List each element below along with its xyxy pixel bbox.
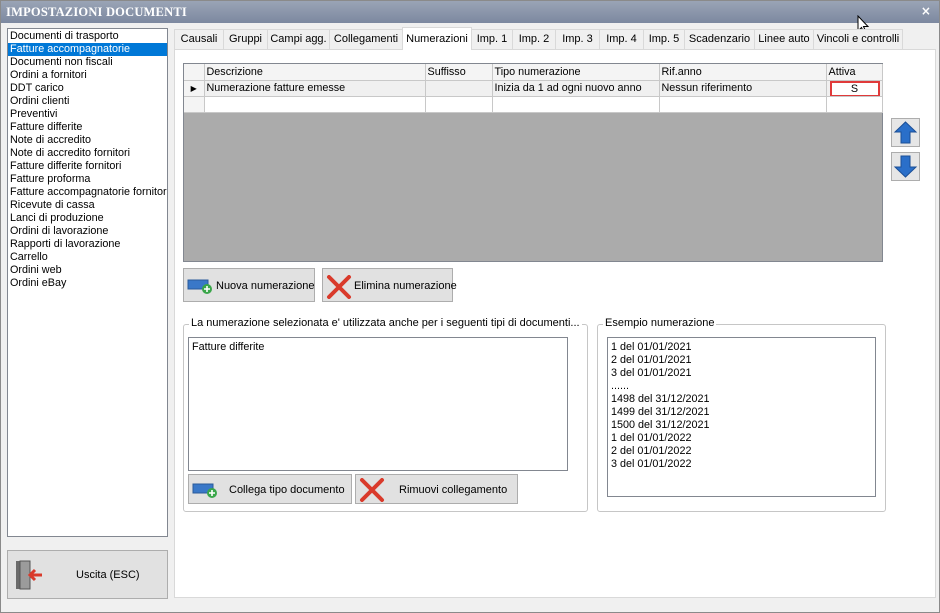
list-item[interactable]: Note di accredito — [8, 134, 167, 147]
tab-collegamenti[interactable]: Collegamenti — [329, 29, 403, 49]
linked-documents-list[interactable]: Fatture differite — [188, 337, 568, 471]
document-type-list[interactable]: Documenti di trasporto Fatture accompagna… — [7, 28, 168, 537]
tab-imp-4[interactable]: Imp. 4 — [599, 29, 644, 49]
list-item[interactable]: Ordini eBay — [8, 277, 167, 290]
link-document-type-button[interactable]: Collega tipo documento — [188, 474, 352, 504]
tab-imp-3[interactable]: Imp. 3 — [555, 29, 600, 49]
tab-scadenzario[interactable]: Scadenzario — [684, 29, 755, 49]
add-card-icon — [192, 483, 217, 498]
cell-tipo[interactable]: Inizia da 1 ad ogni nuovo anno — [492, 80, 660, 97]
tab-campi-agg[interactable]: Campi agg. — [267, 29, 330, 49]
exit-door-icon — [16, 560, 42, 590]
col-header-attiva[interactable]: Attiva — [826, 64, 883, 81]
example-numbering-legend: Esempio numerazione — [603, 317, 717, 329]
delete-numbering-button[interactable]: Elimina numerazione — [322, 268, 457, 302]
remove-link-label: Rimuovi collegamento — [399, 484, 508, 496]
row-indicator-icon: ▶ — [184, 80, 205, 97]
list-item: 3 del 01/01/2021 — [611, 367, 692, 379]
list-item[interactable]: Ordini di lavorazione — [8, 225, 167, 238]
list-item: 1 del 01/01/2021 — [611, 341, 692, 353]
row-header-cell — [184, 96, 205, 113]
title-bar: IMPOSTAZIONI DOCUMENTI × — [1, 1, 939, 23]
list-item: ...... — [611, 380, 629, 392]
list-item[interactable]: DDT carico — [8, 82, 167, 95]
col-header-tipo[interactable]: Tipo numerazione — [492, 64, 660, 81]
exit-button[interactable]: Uscita (ESC) — [7, 550, 168, 599]
table-row[interactable]: ▶ Numerazione fatture emesse Inizia da 1… — [184, 80, 883, 97]
tab-imp-2[interactable]: Imp. 2 — [512, 29, 556, 49]
cell-suffisso[interactable] — [425, 80, 493, 97]
list-item: 3 del 01/01/2022 — [611, 458, 692, 470]
tab-imp-5[interactable]: Imp. 5 — [643, 29, 685, 49]
list-item[interactable]: Preventivi — [8, 108, 167, 121]
list-item[interactable]: Documenti non fiscali — [8, 56, 167, 69]
exit-button-label: Uscita (ESC) — [76, 569, 140, 581]
arrow-down-icon — [893, 155, 918, 178]
list-item[interactable]: Fatture differite — [8, 121, 167, 134]
list-item: 2 del 01/01/2021 — [611, 354, 692, 366]
cell-empty[interactable] — [659, 96, 827, 113]
cell-empty[interactable] — [425, 96, 493, 113]
col-header-descrizione[interactable]: Descrizione — [204, 64, 426, 81]
link-document-type-label: Collega tipo documento — [229, 484, 345, 496]
linked-documents-legend: La numerazione selezionata e' utilizzata… — [189, 317, 582, 329]
cell-attiva[interactable]: S — [826, 80, 883, 97]
delete-numbering-label: Elimina numerazione — [354, 280, 457, 292]
list-item[interactable]: Lanci di produzione — [8, 212, 167, 225]
list-item[interactable]: Ordini a fornitori — [8, 69, 167, 82]
cell-rif-anno[interactable]: Nessun riferimento — [659, 80, 827, 97]
new-numbering-button[interactable]: Nuova numerazione — [183, 268, 315, 302]
cell-empty[interactable] — [492, 96, 660, 113]
window-title: IMPOSTAZIONI DOCUMENTI — [6, 5, 187, 19]
row-header-cell — [184, 64, 205, 81]
tab-numerazioni[interactable]: Numerazioni — [402, 27, 472, 50]
delete-x-icon — [327, 275, 351, 299]
add-card-icon — [187, 279, 212, 294]
tab-linee-auto[interactable]: Linee auto — [754, 29, 814, 49]
tab-imp-1[interactable]: Imp. 1 — [471, 29, 513, 49]
list-item[interactable]: Note di accredito fornitori — [8, 147, 167, 160]
list-item[interactable]: Fatture accompagnatorie — [8, 43, 167, 56]
tab-gruppi[interactable]: Gruppi — [223, 29, 268, 49]
cell-descrizione[interactable]: Numerazione fatture emesse — [204, 80, 426, 97]
close-icon[interactable]: × — [919, 4, 933, 18]
list-item[interactable]: Rapporti di lavorazione — [8, 238, 167, 251]
attiva-value-highlight[interactable]: S — [829, 80, 880, 95]
list-item[interactable]: Fatture differite — [189, 341, 567, 354]
delete-x-icon — [360, 478, 384, 502]
new-row[interactable] — [184, 96, 883, 113]
cell-empty[interactable] — [826, 96, 883, 113]
arrow-up-icon — [893, 121, 918, 144]
list-item: 1499 del 31/12/2021 — [611, 406, 710, 418]
col-header-rif-anno[interactable]: Rif.anno — [659, 64, 827, 81]
tab-causali[interactable]: Causali — [174, 29, 224, 49]
example-numbering-list[interactable]: 1 del 01/01/2021 2 del 01/01/2021 3 del 01… — [607, 337, 876, 497]
list-item[interactable]: Fatture accompagnatorie fornitori — [8, 186, 167, 199]
cell-empty[interactable] — [204, 96, 426, 113]
list-item: 1498 del 31/12/2021 — [611, 393, 710, 405]
list-item: 1500 del 31/12/2021 — [611, 419, 710, 431]
list-item: 2 del 01/01/2022 — [611, 445, 692, 457]
tab-vincoli-e-controlli[interactable]: Vincoli e controlli — [813, 29, 903, 49]
move-up-button[interactable] — [891, 118, 920, 147]
move-down-button[interactable] — [891, 152, 920, 181]
list-item[interactable]: Documenti di trasporto — [8, 30, 167, 43]
list-item: 1 del 01/01/2022 — [611, 432, 692, 444]
remove-link-button[interactable]: Rimuovi collegamento — [355, 474, 518, 504]
list-item[interactable]: Fatture differite fornitori — [8, 160, 167, 173]
col-header-suffisso[interactable]: Suffisso — [425, 64, 493, 81]
grid-header-row: Descrizione Suffisso Tipo numerazione Ri… — [184, 64, 883, 81]
list-item[interactable]: Fatture proforma — [8, 173, 167, 186]
settings-window: IMPOSTAZIONI DOCUMENTI × Documenti di tr… — [0, 0, 940, 613]
list-item[interactable]: Carrello — [8, 251, 167, 264]
list-item[interactable]: Ordini web — [8, 264, 167, 277]
new-numbering-label: Nuova numerazione — [216, 280, 315, 292]
numbering-grid[interactable]: Descrizione Suffisso Tipo numerazione Ri… — [183, 63, 883, 262]
list-item[interactable]: Ordini clienti — [8, 95, 167, 108]
list-item[interactable]: Ricevute di cassa — [8, 199, 167, 212]
